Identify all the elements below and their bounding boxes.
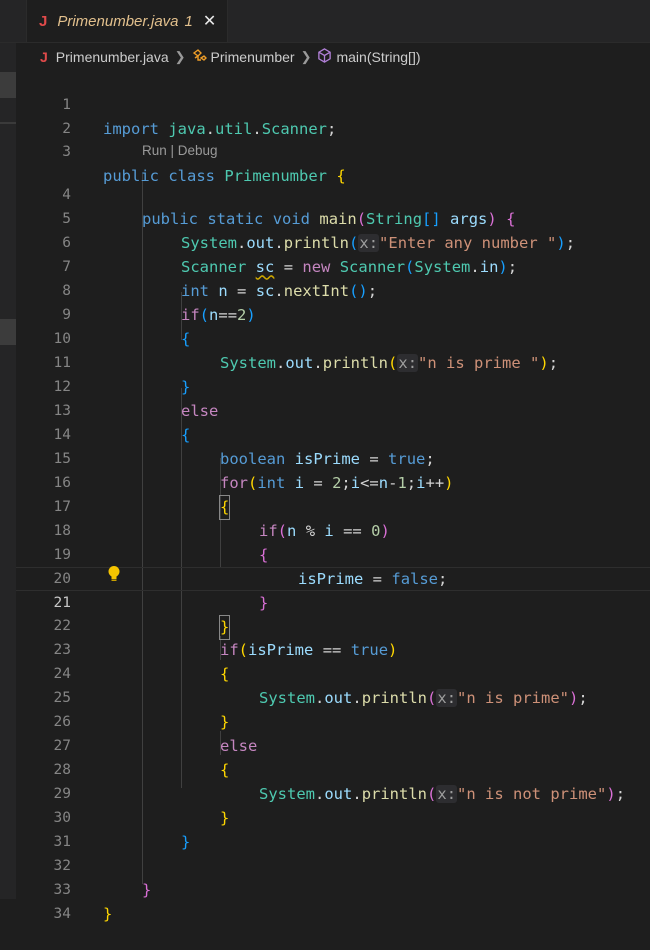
code-line: 11 } [16,328,650,396]
code-line: 6 Scanner sc = new Scanner(System.in); [16,208,650,276]
problem-count-badge: 1 [184,12,193,30]
class-icon [192,48,207,66]
java-file-icon: J [39,12,48,30]
breadcrumb-method[interactable]: main(String[]) [336,49,420,65]
code-line: 24 System.out.println(x:"n is prime"); [16,639,650,707]
breadcrumb-class[interactable]: Primenumber [211,49,295,65]
code-line: 17 if(n % i == 0) [16,472,650,540]
strip-divider [0,122,16,124]
code-line: 10 System.out.println(x:"n is prime "); [16,304,650,372]
code-line: 1 import java.util.Scanner; [16,70,650,138]
code-line: 31 [16,807,650,850]
code-line: 34 [16,879,650,922]
code-line: 8 if(n==2) [16,256,650,324]
strip-marker [0,319,16,345]
code-line: 28 System.out.println(x:"n is not prime"… [16,735,650,803]
codelens-run-debug[interactable]: Run | Debug [142,143,218,158]
code-line: 22 if(isPrime == true) [16,591,650,659]
tab-label: Primenumber.java [57,12,179,30]
code-line: 14 boolean isPrime = true; [16,400,650,468]
code-line: 29 } [16,759,650,827]
activity-strip [0,0,16,899]
code-line: 19 isPrime = false; [16,520,650,588]
code-line: 3 public class Primenumber { [16,118,650,185]
code-line: 18 { [16,496,650,564]
code-line: 23 { [16,615,650,683]
code-line: 33 } [16,855,650,923]
tab-bar: J Primenumber.java 1 ✕ [0,0,650,43]
code-line: 5 System.out.println(x:"Enter any number… [16,184,650,252]
line-code: } [103,904,113,923]
code-line: 26 else [16,687,650,755]
code-line: 16 { [16,448,650,521]
code-line: 32 } [16,831,650,899]
code-line: 12 else [16,352,650,420]
java-file-icon: J [40,49,48,65]
code-line: 13 { [16,376,650,444]
chevron-right-icon: ❯ [300,49,312,64]
code-editor[interactable]: Run | Debug 1 import java.util.Scanner; … [16,70,650,923]
code-line: 15 for(int i = 2;i<=n-1;i++) [16,424,650,492]
close-icon[interactable]: ✕ [203,11,216,31]
breadcrumb: J Primenumber.java ❯ Primenumber ❯ main(… [40,46,421,68]
breadcrumb-file[interactable]: Primenumber.java [56,49,169,65]
code-line: 7 int n = sc.nextInt(); [16,232,650,300]
tab-primenumber-java[interactable]: J Primenumber.java 1 ✕ [26,0,228,42]
code-line: 2 [16,94,650,137]
method-cube-icon [317,48,332,66]
code-line: 9 { [16,280,650,348]
lightbulb-icon[interactable] [107,565,121,583]
chevron-right-icon: ❯ [174,49,186,64]
code-line: 27 { [16,711,650,779]
code-line: 25 } [16,663,650,731]
code-line: 30 } [16,783,650,851]
line-number: 34 [53,905,71,922]
code-line: 4 public static void main(String[] args)… [16,160,650,228]
strip-marker [0,72,16,98]
